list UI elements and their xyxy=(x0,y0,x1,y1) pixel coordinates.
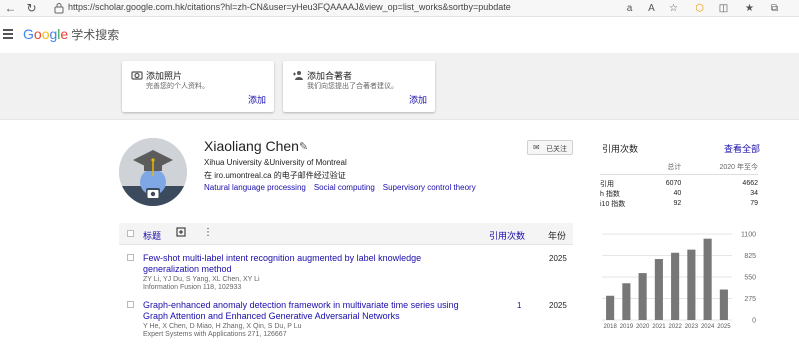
lock-icon xyxy=(54,3,64,14)
default-avatar-icon xyxy=(119,138,187,206)
profile-name: Xiaoliang Chen xyxy=(204,138,299,154)
back-icon[interactable]: ← xyxy=(3,1,18,16)
x-tick-label: 2022 xyxy=(668,324,682,330)
table-header-blank xyxy=(600,160,650,174)
publications-header: 标题 ⋮ 引用次数 年份 xyxy=(119,223,573,245)
browser-toolbar: ← ↻ https://scholar.google.com.hk/citati… xyxy=(0,0,799,29)
y-tick-label: 825 xyxy=(744,253,756,260)
x-tick-label: 2025 xyxy=(717,324,731,330)
add-coauthor-card: 添加合著者 我们向您提出了合著者建议。 添加 xyxy=(283,61,435,112)
metric-label: i10 指数 xyxy=(600,200,626,208)
header-since: 2020 年至今 xyxy=(719,163,758,171)
sort-by-citations[interactable]: 引用次数 xyxy=(489,229,525,242)
interest-link[interactable]: Natural language processing xyxy=(204,183,306,192)
bar-2020[interactable] xyxy=(638,273,647,320)
article-venue: Information Fusion 118, 102933 xyxy=(143,284,242,291)
research-interests: Natural language processing Social comput… xyxy=(204,183,484,192)
add-coauthor-link[interactable]: 添加 xyxy=(409,93,427,106)
bar-2023[interactable] xyxy=(687,249,696,320)
add-photo-link[interactable]: 添加 xyxy=(248,93,266,106)
menu-icon[interactable] xyxy=(3,29,13,39)
avatar[interactable] xyxy=(119,138,187,206)
metric-since: 34 xyxy=(750,190,758,197)
favorite-star-icon[interactable]: ☆ xyxy=(666,1,681,16)
sidebar-icon[interactable]: ◫ xyxy=(716,1,731,16)
edit-pencil-icon[interactable]: ✎ xyxy=(299,140,308,153)
row-checkbox[interactable] xyxy=(127,254,134,261)
citations-title: 引用次数 xyxy=(602,144,639,154)
y-tick-label: 275 xyxy=(744,296,756,303)
citation-count[interactable]: 1 xyxy=(517,301,521,310)
x-tick-label: 2019 xyxy=(620,324,634,330)
address-bar[interactable]: https://scholar.google.com.hk/citations?… xyxy=(46,0,686,16)
read-aloud-icon[interactable]: aあ xyxy=(622,1,637,29)
metric-label: h 指数 xyxy=(600,190,620,198)
bar-2019[interactable] xyxy=(622,283,631,320)
more-options-icon[interactable]: ⋮ xyxy=(203,227,213,238)
article-title[interactable]: Few-shot multi-label intent recognition … xyxy=(143,253,473,275)
interest-link[interactable]: Social computing xyxy=(314,183,375,192)
url-text: https://scholar.google.com.hk/citations?… xyxy=(68,2,511,12)
x-tick-label: 2018 xyxy=(603,324,617,330)
collections-icon[interactable]: ⧉ xyxy=(767,1,782,16)
reload-icon[interactable]: ↻ xyxy=(24,1,39,16)
card-description: 完善您的个人资料。 xyxy=(146,83,209,90)
sort-by-title[interactable]: 标题 xyxy=(143,229,161,242)
add-photo-icon xyxy=(131,71,143,80)
metric-label: 引用 xyxy=(600,180,614,188)
x-tick-label: 2023 xyxy=(685,324,699,330)
y-tick-label: 1100 xyxy=(741,232,756,239)
i10-index-row: i10 指数 92 79 xyxy=(600,199,758,209)
metric-all: 6070 xyxy=(665,180,682,187)
bar-2025[interactable] xyxy=(719,289,728,320)
extension-icon[interactable]: ⬡ xyxy=(692,1,707,16)
metric-since: 4662 xyxy=(742,180,758,187)
metric-all: 40 xyxy=(673,190,682,197)
citations-row: 引用 6070 4662 xyxy=(600,174,758,189)
metric-since: 79 xyxy=(750,200,758,207)
bar-2021[interactable] xyxy=(654,259,663,320)
sort-by-year[interactable]: 年份 xyxy=(548,229,566,242)
h-index-row: h 指数 40 34 xyxy=(600,189,758,199)
bar-2022[interactable] xyxy=(671,252,680,320)
y-tick-label: 0 xyxy=(752,318,756,325)
metric-all: 92 xyxy=(673,200,682,207)
article-title[interactable]: Graph-enhanced anomaly detection framewo… xyxy=(143,300,473,322)
suggestion-band: 添加照片 完善您的个人资料。 添加 添加合著者 我们向您提出了合著者建议。 添加 xyxy=(0,53,799,120)
table-row: Graph-enhanced anomaly detection framewo… xyxy=(119,297,573,341)
text-size-icon[interactable]: A xyxy=(644,1,659,16)
bar-2018[interactable] xyxy=(606,295,615,320)
interest-link[interactable]: Supervisory control theory xyxy=(383,183,476,192)
follow-label: 已关注 xyxy=(546,146,567,153)
article-venue: Expert Systems with Applications 271, 12… xyxy=(143,331,287,338)
follow-button[interactable]: ✉ 已关注 xyxy=(527,140,573,155)
citations-bar-chart: 110082555027502018 2019 2020 2021 2022 2023 20… xyxy=(602,232,756,330)
x-tick-label: 2024 xyxy=(701,324,715,330)
header-all: 总计 xyxy=(667,163,682,171)
card-description: 我们向您提出了合著者建议。 xyxy=(307,83,398,90)
publication-year: 2025 xyxy=(549,254,567,263)
x-tick-label: 2020 xyxy=(636,324,650,330)
y-tick-label: 550 xyxy=(744,275,756,282)
view-all-link[interactable]: 查看全部 xyxy=(724,142,760,155)
favorites-icon[interactable]: ★ xyxy=(742,1,757,16)
table-row: Few-shot multi-label intent recognition … xyxy=(119,250,573,292)
add-photo-card: 添加照片 完善您的个人资料。 添加 xyxy=(122,61,274,112)
select-all-checkbox[interactable] xyxy=(127,230,134,237)
bar-2024[interactable] xyxy=(703,238,712,320)
affiliation: Xihua University &University of Montreal xyxy=(204,158,347,167)
publication-year: 2025 xyxy=(549,301,567,310)
citations-table: 总计 2020 年至今 引用 6070 4662 h 指数 40 34 i10 … xyxy=(600,160,758,209)
email-verification: 在 iro.umontreal.ca 的电子邮件经过验证 xyxy=(204,171,346,180)
x-tick-label: 2021 xyxy=(652,324,666,330)
row-checkbox[interactable] xyxy=(127,301,134,308)
add-article-icon[interactable] xyxy=(176,227,187,238)
add-person-icon xyxy=(293,71,303,80)
scholar-header: Google 学术搜索 xyxy=(0,17,799,53)
google-scholar-logo[interactable]: Google 学术搜索 xyxy=(23,26,119,43)
follow-icon: ✉ xyxy=(533,143,540,152)
